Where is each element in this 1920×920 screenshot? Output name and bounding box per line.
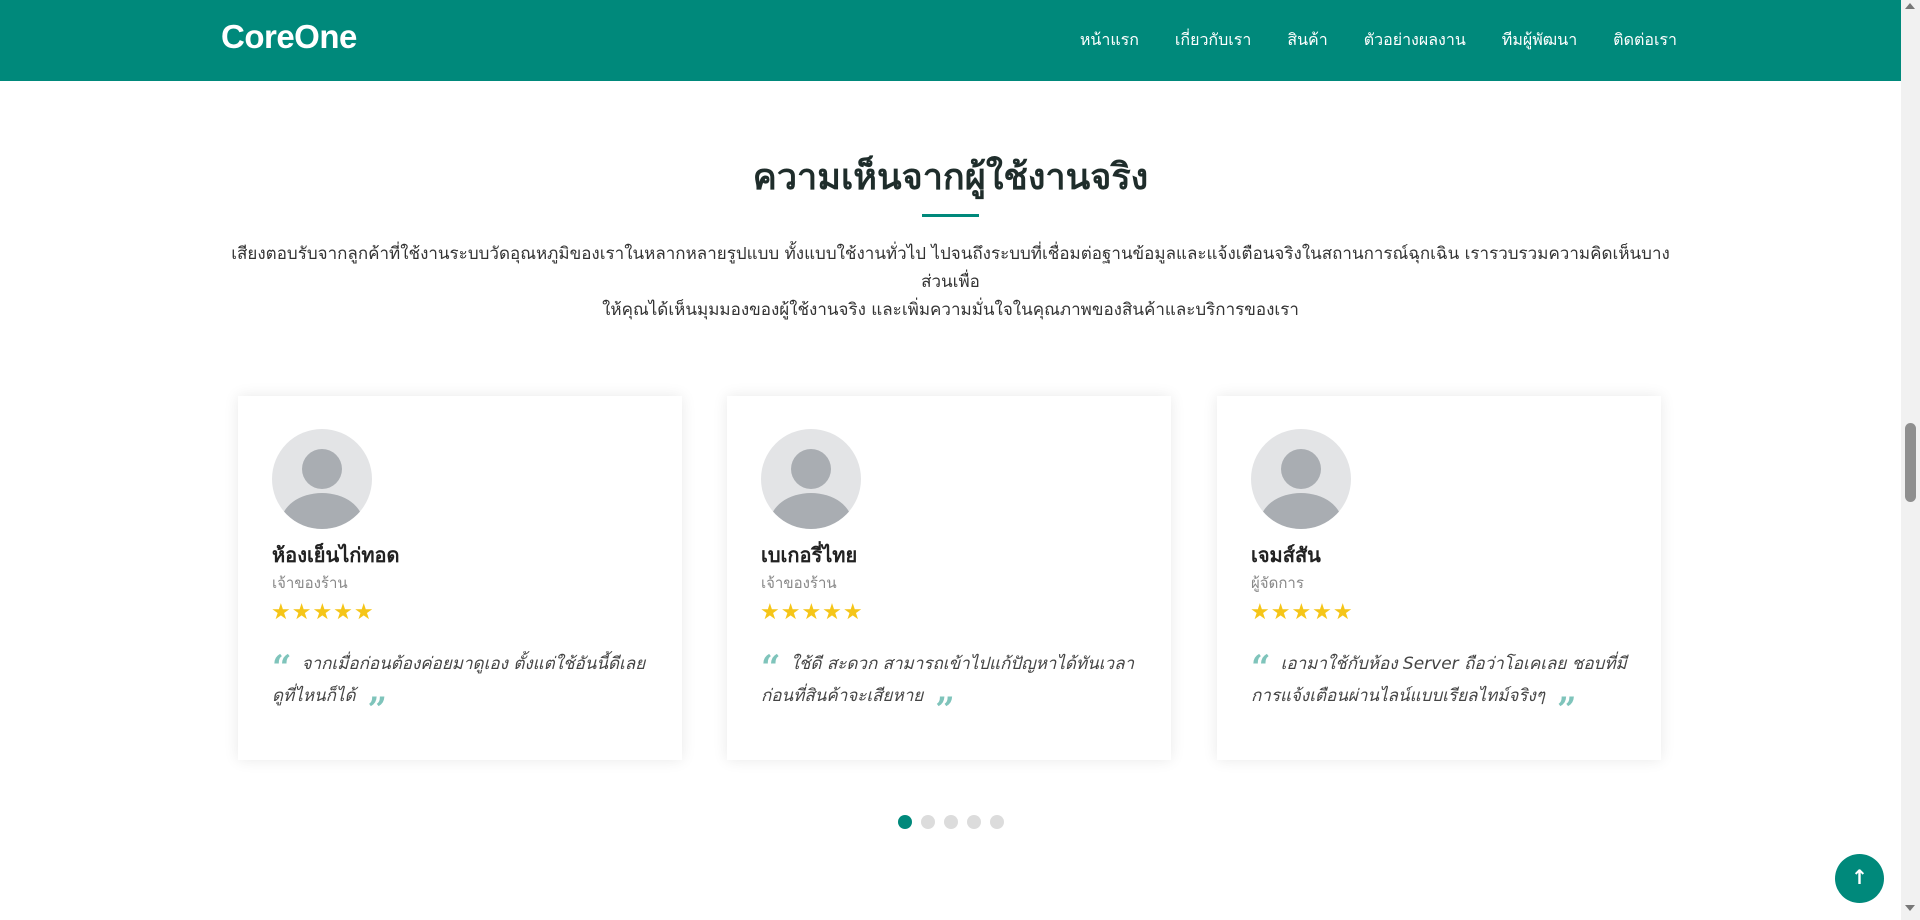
reviewer-name: ห้องเย็นไก่ทอด — [272, 543, 400, 567]
nav-home[interactable]: หน้าแรก — [1080, 28, 1139, 53]
quote-open-icon: “ — [272, 648, 292, 688]
main-nav: หน้าแรก เกี่ยวกับเรา สินค้า ตัวอย่างผลงา… — [1044, 0, 1677, 81]
carousel-dot-5[interactable] — [989, 815, 1004, 829]
back-to-top-button[interactable]: ↑ — [1835, 854, 1884, 903]
brand-logo[interactable]: CoreOne — [221, 18, 357, 56]
nav-contact[interactable]: ติดต่อเรา — [1613, 28, 1677, 53]
nav-products[interactable]: สินค้า — [1287, 28, 1327, 53]
avatar-placeholder-icon — [272, 429, 372, 529]
avatar-placeholder-icon — [1251, 429, 1351, 529]
quote-close-icon: ” — [935, 690, 955, 730]
testimonial-quote: “เอามาใช้กับห้อง Server ถือว่าโอเคเลย ชอ… — [1251, 648, 1635, 727]
quote-text: จากเมื่อก่อนต้องค่อยมาดูเอง ตั้งแต่ใช้อั… — [272, 654, 646, 706]
star-rating-icon: ★★★★★ — [271, 600, 375, 625]
carousel-dot-3[interactable] — [943, 815, 958, 829]
quote-open-icon: “ — [1251, 648, 1271, 688]
reviewer-role: ผู้จัดการ — [1251, 574, 1304, 592]
title-underline — [922, 214, 979, 217]
section-description: เสียงตอบรับจากลูกค้าที่ใช้งานระบบวัดอุณห… — [220, 240, 1681, 324]
description-line-2: ให้คุณได้เห็นมุมมองของผู้ใช้งานจริง และเ… — [602, 300, 1299, 320]
carousel-pagination — [0, 815, 1901, 829]
section-title: ความเห็นจากผู้ใช้งานจริง — [752, 157, 1149, 198]
testimonial-card: ห้องเย็นไก่ทอด เจ้าของร้าน ★★★★★ “จากเมื… — [238, 396, 682, 760]
nav-about[interactable]: เกี่ยวกับเรา — [1175, 28, 1251, 53]
description-line-1: เสียงตอบรับจากลูกค้าที่ใช้งานระบบวัดอุณห… — [231, 244, 1670, 292]
testimonial-quote: “ใช้ดี สะดวก สามารถเข้าไปแก้ปัญหาได้ทันเ… — [761, 648, 1145, 727]
star-rating-icon: ★★★★★ — [760, 600, 864, 625]
carousel-dot-2[interactable] — [920, 815, 935, 829]
scroll-up-icon[interactable] — [1905, 3, 1915, 9]
reviewer-name: เจมส์สัน — [1251, 543, 1321, 567]
scrollbar-thumb[interactable] — [1905, 423, 1916, 502]
quote-close-icon: ” — [1556, 690, 1577, 730]
reviewer-name: เบเกอรี่ไทย — [761, 543, 858, 567]
nav-portfolio[interactable]: ตัวอย่างผลงาน — [1364, 28, 1466, 53]
arrow-up-icon: ↑ — [1851, 865, 1868, 889]
carousel-dot-4[interactable] — [966, 815, 981, 829]
site-header: CoreOne หน้าแรก เกี่ยวกับเรา สินค้า ตัวอ… — [0, 0, 1901, 81]
scroll-down-icon[interactable] — [1905, 905, 1915, 911]
avatar-placeholder-icon — [761, 429, 861, 529]
quote-open-icon: “ — [761, 648, 781, 688]
carousel-dot-1[interactable] — [897, 815, 912, 829]
quote-close-icon: ” — [367, 690, 388, 730]
testimonial-card: เจมส์สัน ผู้จัดการ ★★★★★ “เอามาใช้กับห้อ… — [1217, 396, 1661, 760]
reviewer-role: เจ้าของร้าน — [272, 574, 348, 592]
nav-team[interactable]: ทีมผู้พัฒนา — [1502, 28, 1577, 53]
star-rating-icon: ★★★★★ — [1250, 600, 1354, 625]
testimonial-quote: “จากเมื่อก่อนต้องค่อยมาดูเอง ตั้งแต่ใช้อ… — [272, 648, 656, 727]
reviewer-role: เจ้าของร้าน — [761, 574, 837, 592]
testimonial-card: เบเกอรี่ไทย เจ้าของร้าน ★★★★★ “ใช้ดี สะด… — [727, 396, 1171, 760]
